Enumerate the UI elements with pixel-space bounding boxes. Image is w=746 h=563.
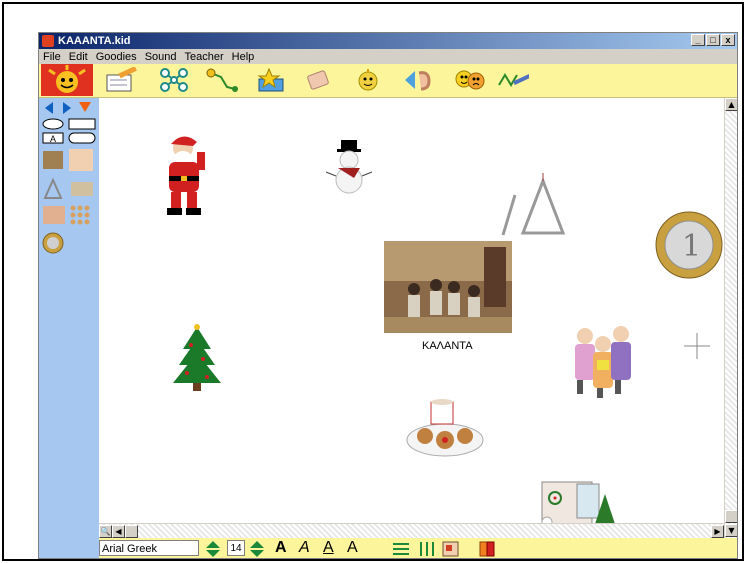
- bold-button[interactable]: A: [275, 539, 287, 557]
- pencil-notepad-icon[interactable]: [105, 66, 139, 94]
- font-select-arrows-icon[interactable]: [205, 540, 221, 558]
- window-title: KAAANTA.kid: [58, 35, 131, 47]
- singing-children-icon[interactable]: [569, 320, 639, 400]
- menu-teacher[interactable]: Teacher: [181, 51, 228, 63]
- menu-bar: File Edit Goodies Sound Teacher Help: [39, 49, 737, 64]
- underline-button[interactable]: A: [323, 539, 334, 557]
- christmas-tree-icon[interactable]: [171, 323, 223, 393]
- svg-text:1: 1: [682, 229, 701, 264]
- main-toolbar: [39, 64, 737, 98]
- carol-singers-painting[interactable]: [384, 241, 512, 333]
- horizontal-scrollbar[interactable]: 🔍 ◀ ▶: [99, 523, 724, 538]
- side-panel: A: [39, 98, 99, 558]
- outer-frame: KAAANTA.kid _ □ x File Edit Goodies Soun…: [2, 2, 744, 561]
- maximize-button[interactable]: □: [706, 34, 720, 46]
- app-icon: [42, 35, 54, 47]
- scroll-right-button[interactable]: ▶: [711, 525, 724, 538]
- menu-sound[interactable]: Sound: [141, 51, 181, 63]
- euro-coin-icon[interactable]: 1: [654, 210, 724, 280]
- scroll-left-button[interactable]: ◀: [112, 525, 125, 538]
- side-tools-icon[interactable]: A: [39, 98, 99, 298]
- hscroll-thumb[interactable]: [125, 525, 138, 538]
- masks-icon[interactable]: [453, 66, 487, 94]
- color-swatch-icon[interactable]: [477, 540, 497, 558]
- menu-edit[interactable]: Edit: [65, 51, 92, 63]
- scroll-up-button[interactable]: ▲: [725, 98, 737, 111]
- menu-help[interactable]: Help: [228, 51, 259, 63]
- scroll-thumb[interactable]: [725, 510, 737, 523]
- star-box-icon[interactable]: [253, 66, 287, 94]
- format-bar: Arial Greek 14 A A A A: [99, 538, 737, 558]
- network-diagram-icon[interactable]: [157, 66, 191, 94]
- scroll-down-button[interactable]: ▼: [725, 524, 737, 537]
- title-bar[interactable]: KAAANTA.kid _ □ x: [39, 33, 737, 49]
- menu-file[interactable]: File: [39, 51, 65, 63]
- font-name-field[interactable]: Arial Greek: [99, 540, 199, 556]
- minimize-button[interactable]: _: [691, 34, 705, 46]
- zoom-magnifier-icon[interactable]: 🔍: [99, 525, 112, 538]
- sun-mascot-icon[interactable]: [41, 64, 93, 96]
- vertical-scrollbar[interactable]: ▲ ▼: [724, 98, 737, 538]
- drawing-canvas[interactable]: 1 ΚΑΛΑΝΤΑ: [99, 98, 724, 531]
- crosshair-cursor-icon: [684, 333, 710, 359]
- svg-text:A: A: [50, 134, 56, 144]
- menu-goodies[interactable]: Goodies: [92, 51, 141, 63]
- text-box-icon[interactable]: [441, 540, 461, 558]
- font-size-field[interactable]: 14: [227, 540, 245, 556]
- columns-icon[interactable]: [417, 540, 437, 558]
- christmas-cookies-icon[interactable]: [405, 398, 485, 463]
- center-caption: ΚΑΛΑΝΤΑ: [422, 340, 473, 352]
- triangle-instrument-icon[interactable]: [499, 173, 574, 243]
- paintbrush-icon[interactable]: [495, 66, 529, 94]
- app-window: KAAANTA.kid _ □ x File Edit Goodies Soun…: [38, 32, 738, 559]
- font-size-stepper-icon[interactable]: [249, 540, 265, 558]
- eraser-icon[interactable]: [301, 66, 335, 94]
- align-lines-icon[interactable]: [391, 540, 411, 558]
- santa-claus-icon[interactable]: [157, 130, 207, 220]
- path-icon[interactable]: [205, 66, 239, 94]
- sun-face-icon[interactable]: [351, 66, 385, 94]
- close-button[interactable]: x: [721, 34, 735, 46]
- ear-icon[interactable]: [401, 66, 435, 94]
- italic-button[interactable]: A: [299, 539, 310, 557]
- snowman-icon[interactable]: [324, 138, 374, 198]
- window-controls: _ □ x: [691, 34, 735, 46]
- superscript-button[interactable]: A: [347, 539, 358, 557]
